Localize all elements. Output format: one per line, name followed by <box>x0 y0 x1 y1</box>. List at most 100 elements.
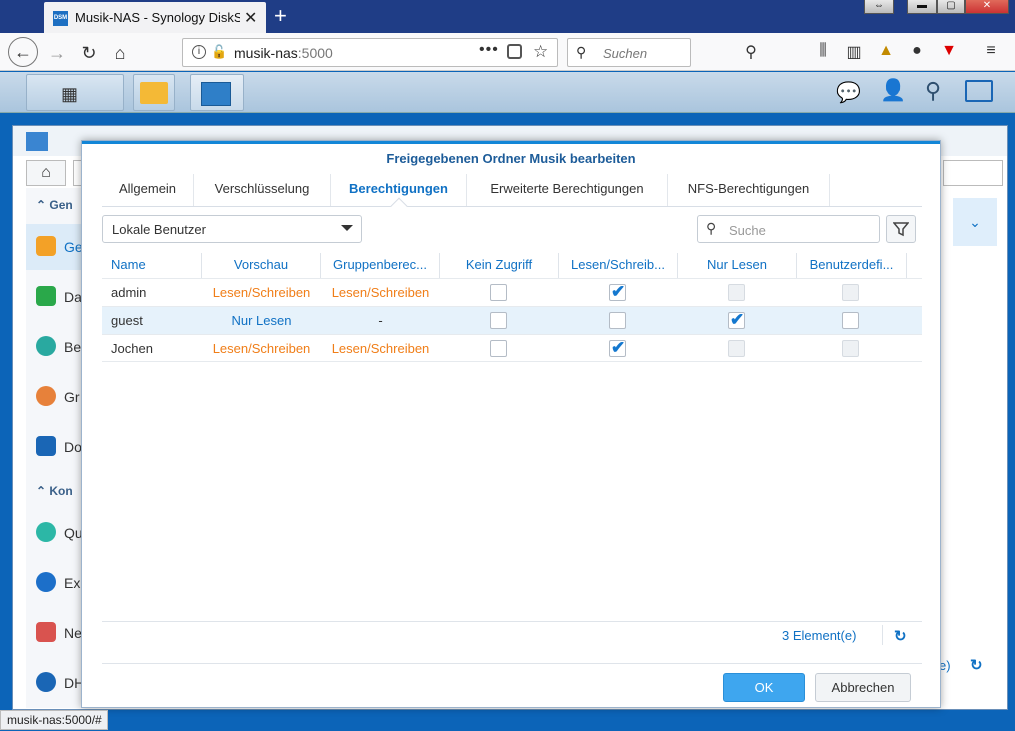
search-icon: ⚲ <box>706 220 717 236</box>
table-row[interactable]: guest Nur Lesen - ✔ <box>102 306 922 334</box>
control-panel-button[interactable] <box>190 74 244 111</box>
close-window-icon[interactable]: ✕ <box>965 0 1009 14</box>
filter-button[interactable] <box>886 215 916 243</box>
element-count: 3 Element(e) <box>782 628 857 643</box>
group-icon <box>36 386 56 406</box>
sidebar-section-header[interactable]: ⌃ Kon <box>36 484 73 498</box>
control-panel-icon <box>201 82 231 106</box>
group-permission: - <box>378 313 383 328</box>
url-text: musik-nas:5000 <box>234 45 333 61</box>
menu-icon[interactable]: ≡ <box>980 42 1002 60</box>
chevron-down-icon <box>341 225 353 231</box>
refresh-icon[interactable]: ↻ <box>970 656 983 674</box>
globe-icon <box>36 572 56 592</box>
browser-titlebar: DSM Musik-NAS - Synology DiskStat ✕ + ⇔ … <box>0 0 1015 33</box>
folder-search-icon <box>140 82 168 104</box>
tab-advanced-permissions[interactable]: Erweiterte Berechtigungen <box>467 174 668 206</box>
column-header[interactable]: Kein Zugriff <box>440 253 559 278</box>
tab-general[interactable]: Allgemein <box>102 174 194 206</box>
expand-chevron-icon[interactable]: ⌄ <box>953 198 997 246</box>
ok-button[interactable]: OK <box>723 673 805 702</box>
dialog-title: Freigegebenen Ordner Musik bearbeiten <box>386 151 636 166</box>
dhcp-icon <box>36 672 56 692</box>
table-row[interactable]: admin Lesen/Schreiben Lesen/Schreiben ✔ <box>102 278 922 306</box>
no-access-checkbox[interactable] <box>490 284 507 301</box>
transfer-icon <box>36 286 56 306</box>
edit-shared-folder-dialog: Freigegebenen Ordner Musik bearbeiten Al… <box>81 140 941 708</box>
status-url: musik-nas:5000/# <box>0 710 108 730</box>
page-actions-icon[interactable]: ••• <box>479 41 499 59</box>
extension-icon[interactable]: ▲ <box>875 42 897 60</box>
refresh-icon[interactable]: ↻ <box>894 627 907 645</box>
back-icon[interactable]: ← <box>8 37 38 67</box>
browser-search-field[interactable]: ⚲ Suchen <box>567 38 691 67</box>
column-header[interactable]: Benutzerdefi... <box>797 253 907 278</box>
cancel-button[interactable]: Abbrechen <box>815 673 911 702</box>
search-icon[interactable]: ⚲ <box>740 42 762 62</box>
divider <box>882 625 883 645</box>
sidebar-icon[interactable]: ▥ <box>843 42 865 62</box>
user-type-dropdown[interactable]: Lokale Benutzer <box>102 215 362 243</box>
url-bar[interactable]: i 🔓 musik-nas:5000 ••• ☆ <box>182 38 558 67</box>
checkmark-icon: ✔ <box>611 338 626 357</box>
network-home-icon <box>36 622 56 642</box>
restore-window-icon[interactable]: ⇔ <box>864 0 894 14</box>
share-icon <box>36 236 56 256</box>
search-icon: ⚲ <box>576 44 587 60</box>
search-icon[interactable]: ⚲ <box>925 78 941 104</box>
group-permission: Lesen/Schreiben <box>331 285 430 300</box>
shield-icon[interactable]: ▼ <box>938 42 960 60</box>
read-write-checkbox[interactable]: ✔ <box>609 282 626 301</box>
read-only-checkbox[interactable]: ✔ <box>728 310 745 329</box>
insecure-lock-icon: 🔓 <box>211 44 228 59</box>
library-icon[interactable]: ⫼ <box>812 42 834 60</box>
main-menu-button[interactable]: ▦ <box>26 74 124 111</box>
column-header[interactable]: Name <box>102 253 202 278</box>
user-name: Jochen <box>111 341 153 356</box>
tab-close-icon[interactable]: ✕ <box>244 8 257 28</box>
user-search-input[interactable]: ⚲ Suche <box>697 215 880 243</box>
minimize-icon[interactable]: ▬ <box>907 0 937 14</box>
column-header[interactable]: Nur Lesen <box>678 253 797 278</box>
read-write-checkbox[interactable] <box>609 312 626 329</box>
search-placeholder: Suche <box>729 223 766 238</box>
user-icon <box>36 336 56 356</box>
home-button[interactable]: ⌂ <box>26 160 66 186</box>
file-station-button[interactable] <box>133 74 175 111</box>
home-icon[interactable]: ⌂ <box>106 39 134 67</box>
divider <box>102 663 922 664</box>
bookmark-star-icon[interactable]: ☆ <box>533 42 548 62</box>
read-only-checkbox <box>728 284 745 301</box>
table-row[interactable]: Jochen Lesen/Schreiben Lesen/Schreiben ✔ <box>102 334 922 362</box>
preview-permission: Nur Lesen <box>231 313 292 328</box>
column-header[interactable]: Lesen/Schreib... <box>559 253 678 278</box>
pocket-icon[interactable] <box>507 44 522 59</box>
cloud-icon <box>36 522 56 542</box>
custom-checkbox <box>842 340 859 357</box>
account-icon[interactable]: ● <box>906 42 928 60</box>
checkmark-icon: ✔ <box>730 310 745 329</box>
maximize-icon[interactable]: ▢ <box>937 0 965 14</box>
chat-icon[interactable]: 💬 <box>836 80 861 105</box>
browser-search-placeholder: Suchen <box>603 46 648 61</box>
no-access-checkbox[interactable] <box>490 340 507 357</box>
tab-encryption[interactable]: Verschlüsselung <box>194 174 331 206</box>
no-access-checkbox[interactable] <box>490 312 507 329</box>
column-header[interactable]: Vorschau <box>202 253 321 278</box>
info-icon[interactable]: i <box>192 45 206 59</box>
new-tab-icon[interactable]: + <box>274 2 287 30</box>
read-write-checkbox[interactable]: ✔ <box>609 338 626 357</box>
reload-icon[interactable]: ↻ <box>75 39 103 67</box>
browser-tab[interactable]: DSM Musik-NAS - Synology DiskStat ✕ <box>44 2 266 33</box>
column-header[interactable]: Gruppenberec... <box>321 253 440 278</box>
read-only-checkbox <box>728 340 745 357</box>
sidebar-section-header[interactable]: ⌃ Gen <box>36 198 73 212</box>
custom-checkbox[interactable] <box>842 312 859 329</box>
tab-nfs-permissions[interactable]: NFS-Berechtigungen <box>668 174 830 206</box>
navigation-bar: ← → ↻ ⌂ i 🔓 musik-nas:5000 ••• ☆ ⚲ Suche… <box>0 33 1015 71</box>
forward-icon[interactable]: → <box>43 39 71 67</box>
widgets-icon[interactable] <box>965 80 993 102</box>
search-field-right[interactable] <box>943 160 1003 186</box>
user-icon[interactable]: 👤 <box>880 79 906 103</box>
user-type-value: Lokale Benutzer <box>112 222 206 237</box>
